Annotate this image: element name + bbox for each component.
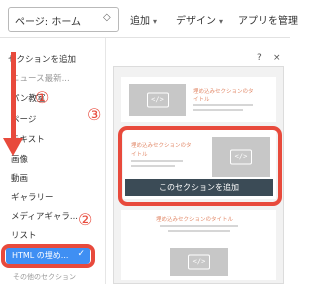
step-number-1: ① (35, 88, 50, 107)
embed-placeholder-image: </> (170, 248, 228, 276)
section-title-placeholder: 埋め込みセクションのタ (193, 89, 254, 95)
menu-design[interactable]: デザイン ▾ (176, 12, 223, 27)
menu-add-label: 追加 (130, 16, 150, 27)
text-placeholder-line (168, 230, 230, 232)
code-embed-icon: </> (188, 254, 210, 270)
text-placeholder-line (193, 109, 243, 111)
page-selector-label: ページ: ホーム (15, 17, 82, 28)
text-placeholder-line (193, 104, 253, 106)
embed-placeholder-image: </> (129, 84, 186, 116)
chevron-down-icon: ▾ (219, 17, 224, 26)
chevron-updown-icon: ◇ (103, 12, 111, 23)
chevron-down-icon: ▾ (153, 17, 158, 26)
category-item[interactable]: メディアギャラ... (11, 210, 78, 222)
highlight-ring-step2 (1, 244, 95, 268)
menu-manage-apps[interactable]: アプリを管理 (238, 12, 298, 27)
code-embed-icon: </> (146, 92, 169, 108)
arrow-head-icon (3, 138, 23, 156)
step-number-3: ③ (87, 105, 102, 124)
down-arrow-annotation (11, 52, 16, 144)
category-item[interactable]: 動画 (11, 172, 28, 184)
other-sections-label: その他のセクション (13, 273, 76, 281)
highlight-box-step3 (118, 126, 282, 206)
top-bar: ページ: ホーム ◇ 追加 ▾ デザイン ▾ アプリを管理 (0, 0, 298, 38)
menu-manage-apps-label: アプリを管理 (238, 16, 298, 27)
category-item[interactable]: ニュース最新... (11, 72, 70, 84)
text-placeholder-line (160, 225, 238, 227)
section-title-placeholder: イトル (193, 97, 210, 103)
close-icon[interactable]: × (273, 53, 281, 63)
category-item[interactable]: ギャラリー (11, 191, 54, 203)
menu-add[interactable]: 追加 ▾ (130, 12, 157, 27)
step-number-2: ② (78, 210, 93, 229)
panel-title: セクションを追加 (8, 55, 77, 65)
page-selector[interactable]: ページ: ホーム ◇ (8, 7, 119, 32)
help-icon[interactable]: ? (257, 53, 262, 63)
category-item[interactable]: リスト (11, 229, 37, 241)
section-title-placeholder: 埋め込みセクションのタイトル (156, 217, 234, 223)
menu-design-label: デザイン (176, 16, 216, 27)
